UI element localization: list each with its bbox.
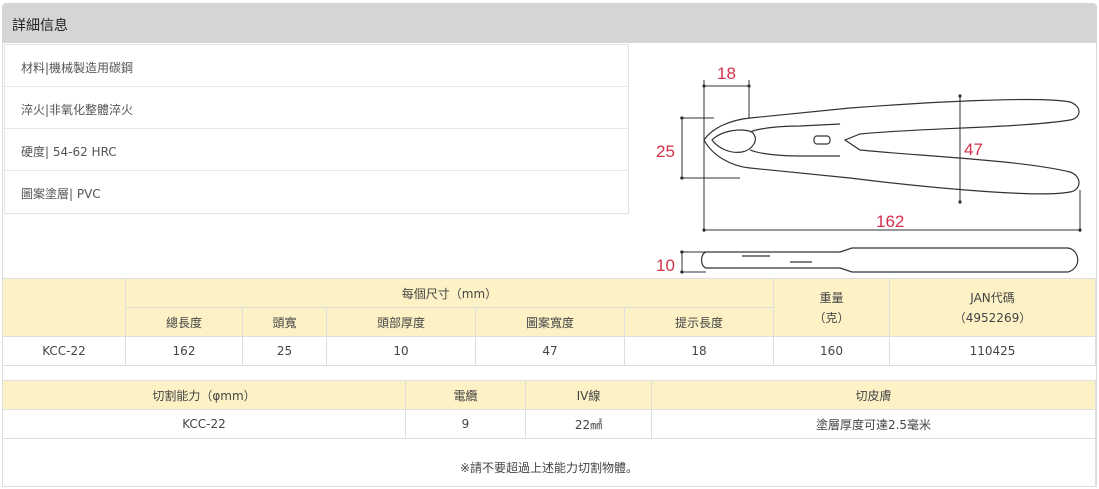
capacity-note-text: ※請不要超過上述能力切割物體。 xyxy=(459,461,639,475)
cut-model-cell: KCC-22 xyxy=(2,409,406,439)
head-thickness-cell: 10 xyxy=(326,336,476,366)
tip-length-cell: 18 xyxy=(624,336,774,366)
head-width-cell: 25 xyxy=(242,336,327,366)
total-length-header: 總長度 xyxy=(125,307,243,337)
spec-material: 材料|機械製造用碳鋼 xyxy=(5,45,628,87)
head-width-header: 頭寬 xyxy=(242,307,327,337)
jaw-dimension-label: 18 xyxy=(717,64,736,83)
pattern-width-header: 圖案寬度 xyxy=(475,307,625,337)
weight-cell: 160 xyxy=(773,336,890,366)
thickness-dimension-label: 10 xyxy=(656,256,675,275)
head-thickness-header: 頭部厚度 xyxy=(326,307,476,337)
spec-material-text: 材料|機械製造用碳鋼 xyxy=(21,61,134,75)
dim-model-header-cell xyxy=(2,278,126,337)
details-header: 詳細信息 xyxy=(2,3,1097,43)
tip-length-header: 提示長度 xyxy=(624,307,774,337)
dim-model-cell: KCC-22 xyxy=(2,336,126,366)
jan-code-cell: 110425 xyxy=(889,336,1096,366)
iv-wire-header: IV線 xyxy=(525,380,652,410)
spec-coating-text: 圖案塗層| PVC xyxy=(21,187,101,201)
weight-header: 重量 （克） xyxy=(773,278,890,337)
capacity-note: ※請不要超過上述能力切割物體。 xyxy=(2,438,1096,487)
details-title: 詳細信息 xyxy=(12,18,68,34)
head-dimension-label: 25 xyxy=(656,142,675,161)
dim-table-row: KCC-22 162 25 10 47 18 160 110425 xyxy=(2,336,1096,366)
cut-table-row: KCC-22 9 22㎟ 塗層厚度可達2.5毫米 xyxy=(2,409,1096,439)
spec-hardness-text: 硬度| 54-62 HRC xyxy=(21,145,117,159)
spec-list: 材料|機械製造用碳鋼 淬火|非氧化整體淬火 硬度| 54-62 HRC 圖案塗層… xyxy=(4,44,629,214)
cable-header: 電纜 xyxy=(405,380,526,410)
spec-hardening-text: 淬火|非氧化整體淬火 xyxy=(21,103,134,117)
length-dimension-label: 162 xyxy=(876,212,904,231)
cut-capacity-header: 切割能力（φmm） xyxy=(2,380,406,410)
pattern-width-cell: 47 xyxy=(475,336,625,366)
strip-cell: 塗層厚度可達2.5毫米 xyxy=(651,409,1096,439)
dimension-table: 每個尺寸（mm） 重量 （克） JAN代碼 （4952269） 總長度 頭寬 頭… xyxy=(2,278,1096,366)
total-length-cell: 162 xyxy=(125,336,243,366)
dim-group-header: 每個尺寸（mm） xyxy=(125,278,774,308)
iv-wire-cell: 22㎟ xyxy=(525,409,652,439)
cutting-capacity-table: 切割能力（φmm） 電纜 IV線 切皮膚 KCC-22 9 22㎟ 塗層厚度可達… xyxy=(2,380,1096,439)
width-dimension-label: 47 xyxy=(964,140,983,159)
spec-coating: 圖案塗層| PVC xyxy=(5,171,628,213)
spec-hardening: 淬火|非氧化整體淬火 xyxy=(5,87,628,129)
cable-cell: 9 xyxy=(405,409,526,439)
jan-header: JAN代碼 （4952269） xyxy=(889,278,1096,337)
strip-header: 切皮膚 xyxy=(651,380,1096,410)
cable-cutter-dimension-diagram: 18 25 47 162 10 xyxy=(656,64,1082,275)
spec-hardness: 硬度| 54-62 HRC xyxy=(5,129,628,171)
